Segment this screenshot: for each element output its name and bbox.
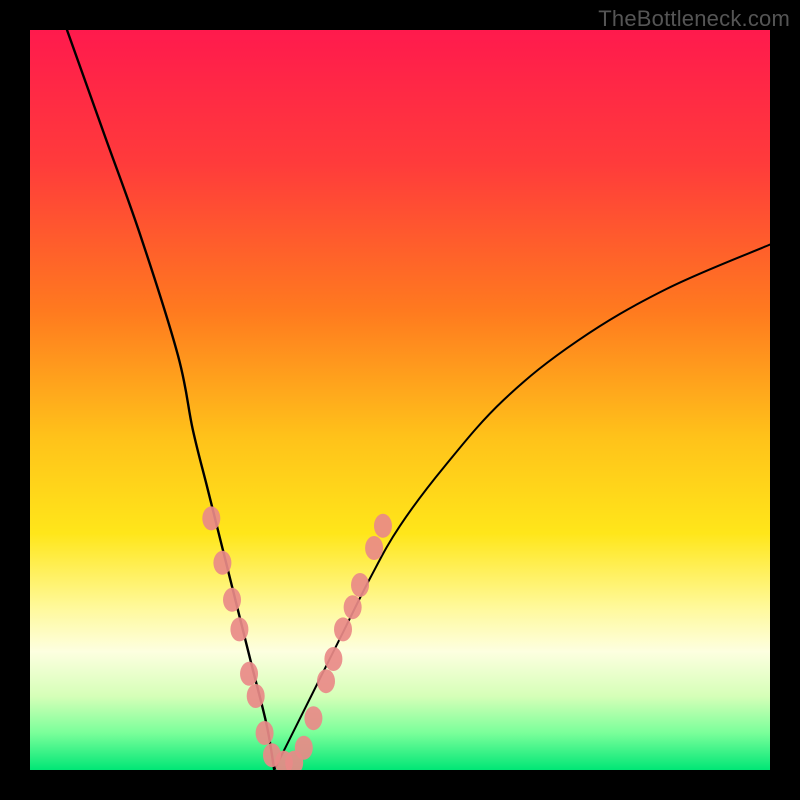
marker-point	[374, 514, 392, 538]
marker-point	[365, 536, 383, 560]
marker-point	[334, 617, 352, 641]
marker-point	[324, 647, 342, 671]
marker-point	[202, 506, 220, 530]
marker-point	[240, 662, 258, 686]
marker-point	[351, 573, 369, 597]
marker-point	[295, 736, 313, 760]
highlighted-points	[202, 506, 392, 770]
marker-point	[304, 706, 322, 730]
marker-point	[344, 595, 362, 619]
marker-point	[256, 721, 274, 745]
marker-point	[247, 684, 265, 708]
left-branch-line	[67, 30, 274, 770]
plot-area	[30, 30, 770, 770]
right-branch-line	[274, 245, 770, 770]
marker-point	[213, 551, 231, 575]
marker-point	[230, 617, 248, 641]
chart-curves	[30, 30, 770, 770]
marker-point	[317, 669, 335, 693]
watermark-text: TheBottleneck.com	[598, 6, 790, 32]
marker-point	[223, 588, 241, 612]
